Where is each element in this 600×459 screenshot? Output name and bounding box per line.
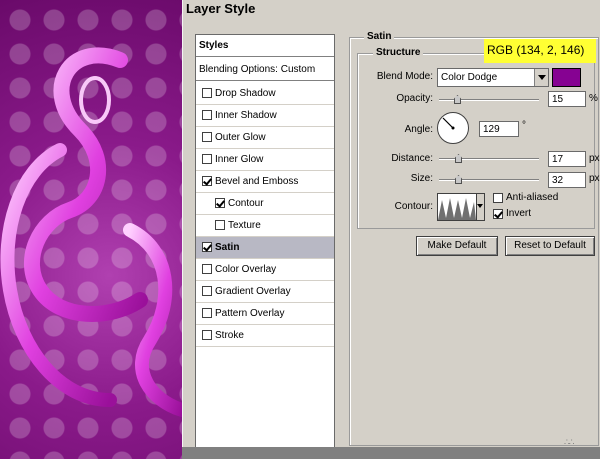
blend-mode-value: Color Dodge bbox=[441, 72, 498, 83]
blending-options-label: Blending Options: Custom bbox=[199, 64, 316, 75]
style-item-label: Gradient Overlay bbox=[215, 286, 291, 297]
size-input[interactable]: 32 bbox=[548, 172, 586, 188]
make-default-button[interactable]: Make Default bbox=[416, 236, 498, 256]
size-unit: px bbox=[589, 173, 600, 184]
contour-curve-icon bbox=[438, 198, 476, 220]
style-item-pattern-overlay[interactable]: Pattern Overlay bbox=[196, 303, 334, 325]
invert-label: Invert bbox=[506, 208, 532, 219]
style-item-label: Texture bbox=[228, 220, 261, 231]
blend-mode-select[interactable]: Color Dodge bbox=[437, 68, 549, 87]
opacity-value: 15 bbox=[552, 94, 564, 105]
contour-checkbox[interactable] bbox=[215, 198, 225, 208]
style-item-label: Inner Shadow bbox=[215, 110, 277, 121]
angle-value: 129 bbox=[483, 124, 500, 135]
invert-checkbox[interactable] bbox=[493, 209, 503, 219]
distance-input[interactable]: 17 bbox=[548, 151, 586, 167]
style-item-label: Drop Shadow bbox=[215, 88, 276, 99]
dialog-title: Layer Style bbox=[186, 1, 256, 16]
style-item-label: Inner Glow bbox=[215, 154, 264, 165]
drop-shadow-checkbox[interactable] bbox=[202, 88, 212, 98]
style-item-drop-shadow[interactable]: Drop Shadow bbox=[196, 83, 334, 105]
inner-shadow-checkbox[interactable] bbox=[202, 110, 212, 120]
size-slider-track[interactable] bbox=[439, 179, 539, 181]
style-item-label: Stroke bbox=[215, 330, 244, 341]
inner-glow-checkbox[interactable] bbox=[202, 154, 212, 164]
gradient-overlay-checkbox[interactable] bbox=[202, 286, 212, 296]
style-item-label: Color Overlay bbox=[215, 264, 277, 275]
distance-unit: px bbox=[589, 153, 600, 164]
angle-input[interactable]: 129 bbox=[479, 121, 519, 137]
bottom-strip bbox=[182, 447, 600, 459]
size-label: Size: bbox=[410, 173, 433, 184]
ampersand-artwork bbox=[0, 47, 182, 417]
satin-color-swatch[interactable] bbox=[552, 68, 581, 87]
contour-dropdown[interactable] bbox=[477, 193, 485, 221]
color-overlay-checkbox[interactable] bbox=[202, 264, 212, 274]
style-item-outer-glow[interactable]: Outer Glow bbox=[196, 127, 334, 149]
bevel-emboss-checkbox[interactable] bbox=[202, 176, 212, 186]
style-item-texture[interactable]: Texture bbox=[196, 215, 334, 237]
title-bar[interactable]: Layer Style bbox=[183, 0, 600, 19]
style-item-stroke[interactable]: Stroke bbox=[196, 325, 334, 347]
style-item-label: Outer Glow bbox=[215, 132, 266, 143]
chevron-down-icon[interactable] bbox=[534, 69, 548, 86]
satin-checkbox[interactable] bbox=[202, 242, 212, 252]
opacity-label: Opacity: bbox=[396, 93, 433, 104]
opacity-input[interactable]: 15 bbox=[548, 91, 586, 107]
style-item-contour[interactable]: Contour bbox=[196, 193, 334, 215]
size-value: 32 bbox=[552, 175, 564, 186]
style-item-gradient-overlay[interactable]: Gradient Overlay bbox=[196, 281, 334, 303]
contour-preview[interactable] bbox=[437, 193, 477, 221]
canvas-artwork bbox=[0, 0, 182, 459]
texture-checkbox[interactable] bbox=[215, 220, 225, 230]
anti-aliased-checkbox[interactable] bbox=[493, 193, 503, 203]
style-item-satin[interactable]: Satin bbox=[196, 237, 334, 259]
style-item-inner-glow[interactable]: Inner Glow bbox=[196, 149, 334, 171]
angle-dial[interactable] bbox=[437, 112, 469, 144]
distance-value: 17 bbox=[552, 154, 564, 165]
reset-to-default-button[interactable]: Reset to Default bbox=[505, 236, 595, 256]
pattern-overlay-checkbox[interactable] bbox=[202, 308, 212, 318]
blend-mode-label: Blend Mode: bbox=[376, 71, 433, 82]
distance-slider-track[interactable] bbox=[439, 158, 539, 160]
styles-header[interactable]: Styles bbox=[196, 35, 334, 57]
angle-needle-icon bbox=[442, 117, 455, 130]
layer-style-dialog: Layer Style Styles Blending Options: Cus… bbox=[182, 0, 600, 448]
angle-label: Angle: bbox=[404, 124, 433, 135]
outer-glow-checkbox[interactable] bbox=[202, 132, 212, 142]
style-item-label: Satin bbox=[215, 242, 240, 253]
structure-group-title: Structure bbox=[373, 47, 424, 58]
opacity-unit: % bbox=[589, 93, 598, 104]
blending-options-item[interactable]: Blending Options: Custom bbox=[196, 59, 334, 81]
rgb-annotation: RGB (134, 2, 146) bbox=[484, 39, 596, 63]
style-item-label: Pattern Overlay bbox=[215, 308, 285, 319]
styles-list: Styles Blending Options: Custom Drop Sha… bbox=[195, 34, 335, 448]
angle-unit: ° bbox=[522, 120, 526, 131]
styles-header-label: Styles bbox=[199, 40, 229, 51]
style-item-bevel-emboss[interactable]: Bevel and Emboss bbox=[196, 171, 334, 193]
satin-group-title: Satin bbox=[364, 31, 395, 42]
contour-label: Contour: bbox=[394, 201, 433, 212]
style-item-color-overlay[interactable]: Color Overlay bbox=[196, 259, 334, 281]
anti-aliased-label: Anti-aliased bbox=[506, 192, 559, 203]
distance-label: Distance: bbox=[391, 153, 433, 164]
style-item-inner-shadow[interactable]: Inner Shadow bbox=[196, 105, 334, 127]
style-item-label: Contour bbox=[228, 198, 264, 209]
style-item-label: Bevel and Emboss bbox=[215, 176, 299, 187]
stroke-checkbox[interactable] bbox=[202, 330, 212, 340]
